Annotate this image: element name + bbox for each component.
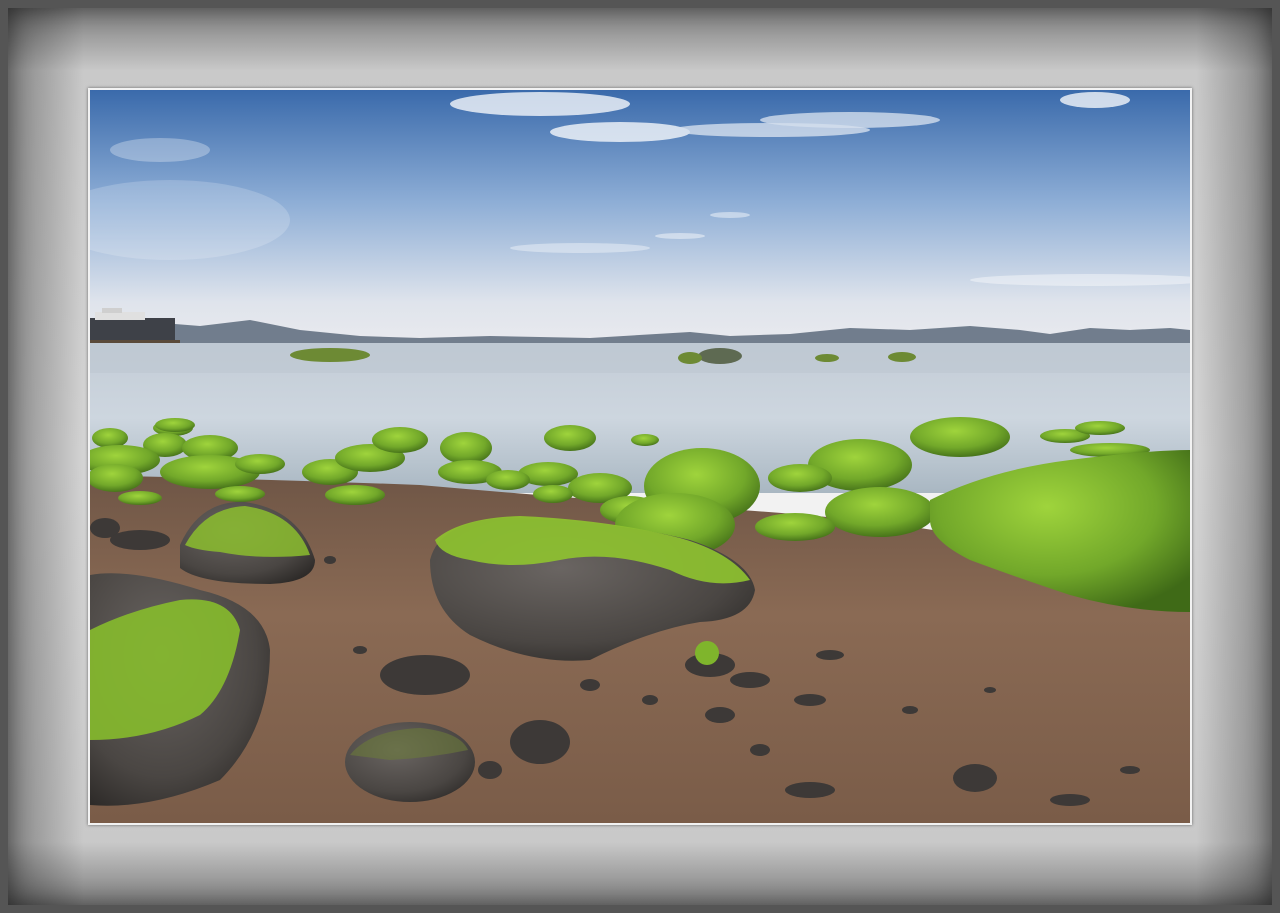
picture-frame bbox=[0, 0, 1280, 913]
moss-rock-right-far bbox=[910, 417, 1010, 457]
coastal-landscape-photo bbox=[90, 90, 1190, 823]
